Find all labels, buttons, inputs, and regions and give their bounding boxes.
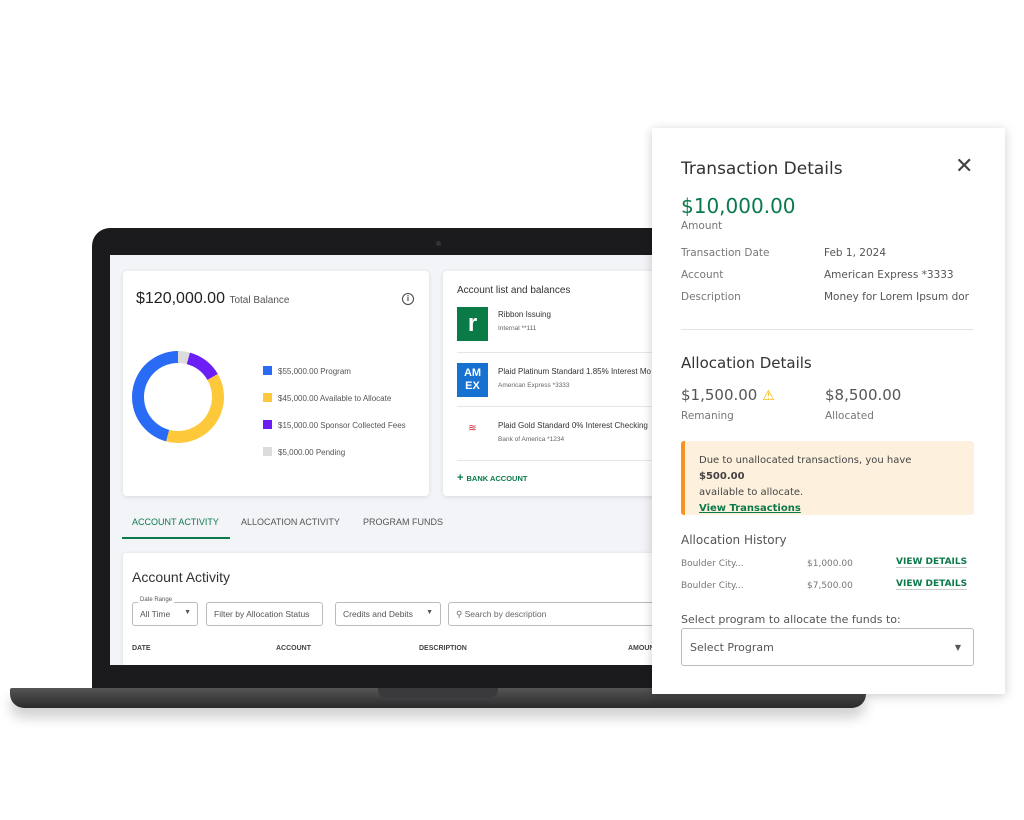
tab-account-activity[interactable]: ACCOUNT ACTIVITY — [132, 517, 219, 527]
history-name: Boulder City... — [681, 581, 744, 591]
detail-value: Money for Lorem Ipsum dor — [824, 291, 969, 303]
transaction-amount: $10,000.00 — [681, 194, 796, 218]
legend-swatch — [263, 420, 272, 429]
accounts-card: Account list and balances + BANK ACCOUNT… — [443, 271, 655, 496]
laptop-screen: $120,000.00 Total Balance i $55,000.00 P… — [110, 255, 655, 665]
laptop-notch — [378, 688, 498, 698]
close-icon[interactable]: ✕ — [955, 154, 973, 179]
history-amount: $1,000.00 — [807, 559, 853, 569]
legend-swatch — [263, 393, 272, 402]
total-balance-label: Total Balance — [229, 295, 290, 306]
legend-swatch — [263, 447, 272, 456]
ribbon-logo: r — [457, 307, 488, 341]
camera — [436, 241, 441, 246]
detail-label: Account — [681, 269, 724, 281]
account-item[interactable]: AM EX Plaid Platinum Standard 1.85% Intere… — [457, 359, 655, 407]
view-transactions-link[interactable]: View Transactions — [699, 503, 801, 514]
date-range-select[interactable]: Date Range All Time ▼ — [132, 597, 198, 626]
tab-underline — [122, 537, 230, 539]
unallocated-alert: Due to unallocated transactions, you hav… — [681, 441, 974, 515]
caret-down-icon: ▼ — [184, 609, 191, 616]
column-account: ACCOUNT — [276, 645, 311, 652]
tab-allocation-activity[interactable]: ALLOCATION ACTIVITY — [241, 517, 340, 527]
allocated-label: Allocated — [825, 410, 874, 422]
column-description: DESCRIPTION — [419, 645, 467, 652]
legend-item: $45,000.00 Available to Allocate — [263, 393, 391, 403]
view-details-link[interactable]: VIEW DETAILS — [896, 579, 968, 590]
view-details-link[interactable]: VIEW DETAILS — [896, 557, 968, 568]
donut-segment — [166, 374, 224, 443]
allocation-status-filter[interactable]: Filter by Allocation Status — [206, 602, 323, 626]
bank-of-america-logo: ≋ — [468, 423, 477, 434]
legend-item: $55,000.00 Program — [263, 366, 351, 376]
amount-label: Amount — [681, 220, 723, 232]
caret-down-icon: ▼ — [426, 609, 433, 616]
detail-value: American Express *3333 — [824, 269, 954, 281]
history-amount: $7,500.00 — [807, 581, 853, 591]
search-icon: ⚲ — [456, 609, 465, 619]
column-date: DATE — [132, 645, 151, 652]
detail-label: Transaction Date — [681, 247, 770, 259]
activity-title: Account Activity — [132, 569, 231, 585]
legend-swatch — [263, 366, 272, 375]
donut-segment — [131, 351, 178, 442]
accounts-title: Account list and balances — [457, 285, 571, 296]
detail-value: Feb 1, 2024 — [824, 247, 887, 259]
account-item[interactable]: r Ribbon Issuing Internal **111 — [457, 305, 655, 353]
info-circle-icon[interactable]: i — [402, 293, 414, 305]
total-balance: $120,000.00 — [136, 290, 225, 307]
history-title: Allocation History — [681, 533, 787, 547]
account-item[interactable]: ≋ Plaid Gold Standard 0% Interest Checkin… — [457, 413, 655, 461]
donut-segment — [186, 352, 218, 380]
allocated-amount: $8,500.00 — [825, 386, 902, 404]
allocation-title: Allocation Details — [681, 354, 812, 372]
add-bank-account-button[interactable]: + BANK ACCOUNT — [457, 472, 527, 484]
detail-label: Description — [681, 291, 741, 303]
credits-debits-select[interactable]: Credits and Debits ▼ — [335, 602, 441, 626]
select-label: Select program to allocate the funds to: — [681, 613, 901, 626]
history-name: Boulder City... — [681, 559, 744, 569]
tab-program-funds[interactable]: PROGRAM FUNDS — [363, 517, 443, 527]
column-amount: AMOUN — [628, 645, 655, 652]
warning-icon: ⚠ — [762, 388, 775, 404]
amex-logo: AM EX — [457, 363, 488, 397]
search-input[interactable]: ⚲ Search by description — [448, 602, 655, 626]
caret-down-icon: ▼ — [954, 643, 961, 652]
remaining-amount: $1,500.00 ⚠ — [681, 386, 775, 404]
program-select[interactable]: Select Program ▼ — [681, 628, 974, 666]
legend-item: $5,000.00 Pending — [263, 447, 345, 457]
remaining-label: Remaning — [681, 410, 734, 422]
legend-item: $15,000.00 Sponsor Collected Fees — [263, 420, 406, 430]
balance-card: $120,000.00 Total Balance i $55,000.00 P… — [123, 271, 429, 496]
divider — [681, 329, 974, 330]
transaction-details-panel: Transaction Details ✕ $10,000.00 Amount … — [652, 128, 1005, 694]
balance-donut-chart — [131, 351, 224, 443]
panel-title: Transaction Details — [681, 159, 843, 179]
